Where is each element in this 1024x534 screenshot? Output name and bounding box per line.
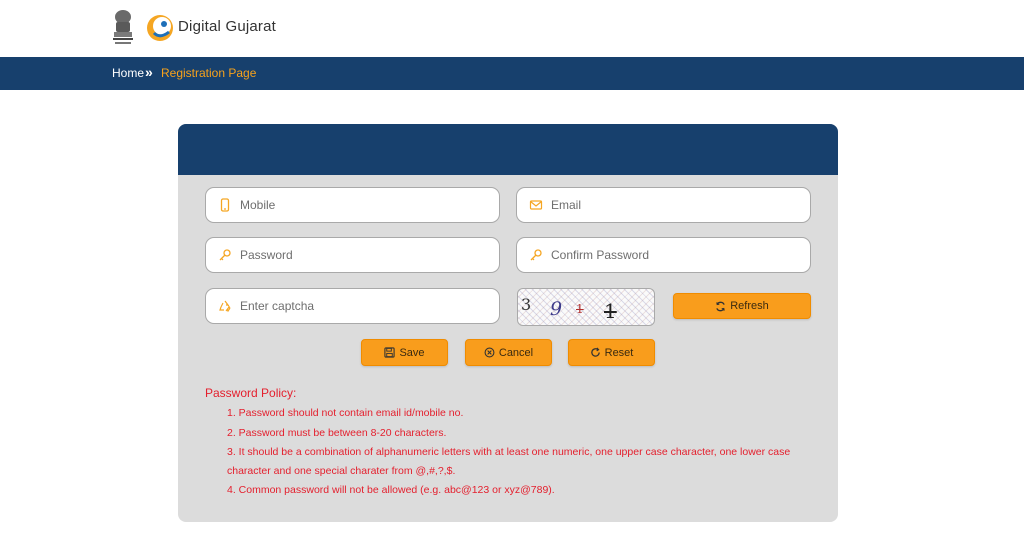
password-input[interactable] bbox=[240, 248, 499, 262]
email-input[interactable] bbox=[551, 198, 810, 212]
reset-button[interactable]: Reset bbox=[568, 339, 655, 366]
refresh-label: Refresh bbox=[730, 300, 769, 312]
key-icon bbox=[219, 249, 231, 261]
cancel-button[interactable]: Cancel bbox=[465, 339, 552, 366]
recycle-icon bbox=[219, 300, 231, 313]
save-button[interactable]: Save bbox=[361, 339, 448, 366]
captcha-char: 9 bbox=[550, 298, 563, 320]
mobile-icon bbox=[220, 198, 230, 212]
key-icon bbox=[530, 249, 542, 261]
registration-card: 3 9 1 1 Refresh Save Cancel bbox=[178, 124, 838, 522]
state-emblem-icon bbox=[113, 10, 133, 44]
captcha-image: 3 9 1 1 bbox=[517, 288, 655, 326]
confirm-password-input[interactable] bbox=[551, 248, 810, 262]
policy-title: Password Policy: bbox=[205, 386, 297, 400]
envelope-icon bbox=[529, 200, 543, 210]
captcha-char: 3 bbox=[521, 295, 532, 314]
reset-label: Reset bbox=[604, 346, 634, 359]
site-header: Digital Gujarat bbox=[0, 0, 1024, 57]
policy-line: character and one special charater from … bbox=[227, 465, 456, 477]
confirm-password-field[interactable] bbox=[516, 237, 811, 273]
captcha-input[interactable] bbox=[240, 299, 499, 313]
mobile-field[interactable] bbox=[205, 187, 500, 223]
mobile-input[interactable] bbox=[240, 198, 499, 212]
breadcrumb-home-link[interactable]: Home bbox=[112, 66, 144, 80]
refresh-captcha-button[interactable]: Refresh bbox=[673, 293, 811, 319]
digital-gujarat-logo bbox=[147, 15, 173, 41]
policy-line: 1. Password should not contain email id/… bbox=[227, 407, 464, 419]
breadcrumb-current: Registration Page bbox=[161, 66, 257, 80]
email-field[interactable] bbox=[516, 187, 811, 223]
card-header bbox=[178, 124, 838, 175]
captcha-char: 1 bbox=[604, 299, 617, 323]
nav-bar bbox=[0, 57, 1024, 90]
captcha-char: 1 bbox=[576, 302, 584, 316]
cancel-label: Cancel bbox=[498, 346, 534, 359]
policy-line: 3. It should be a combination of alphanu… bbox=[227, 446, 791, 458]
floppy-disk-icon bbox=[384, 347, 396, 358]
brand-name: Digital Gujarat bbox=[178, 18, 277, 35]
breadcrumb-separator-icon: » bbox=[145, 64, 153, 80]
captcha-field[interactable] bbox=[205, 288, 500, 324]
policy-line: 2. Password must be between 8-20 charact… bbox=[227, 427, 447, 439]
password-field[interactable] bbox=[205, 237, 500, 273]
refresh-icon bbox=[716, 301, 725, 311]
policy-line: 4. Common password will not be allowed (… bbox=[227, 484, 555, 496]
reset-icon bbox=[590, 347, 600, 357]
cancel-circle-icon bbox=[484, 347, 495, 358]
save-label: Save bbox=[399, 346, 425, 359]
